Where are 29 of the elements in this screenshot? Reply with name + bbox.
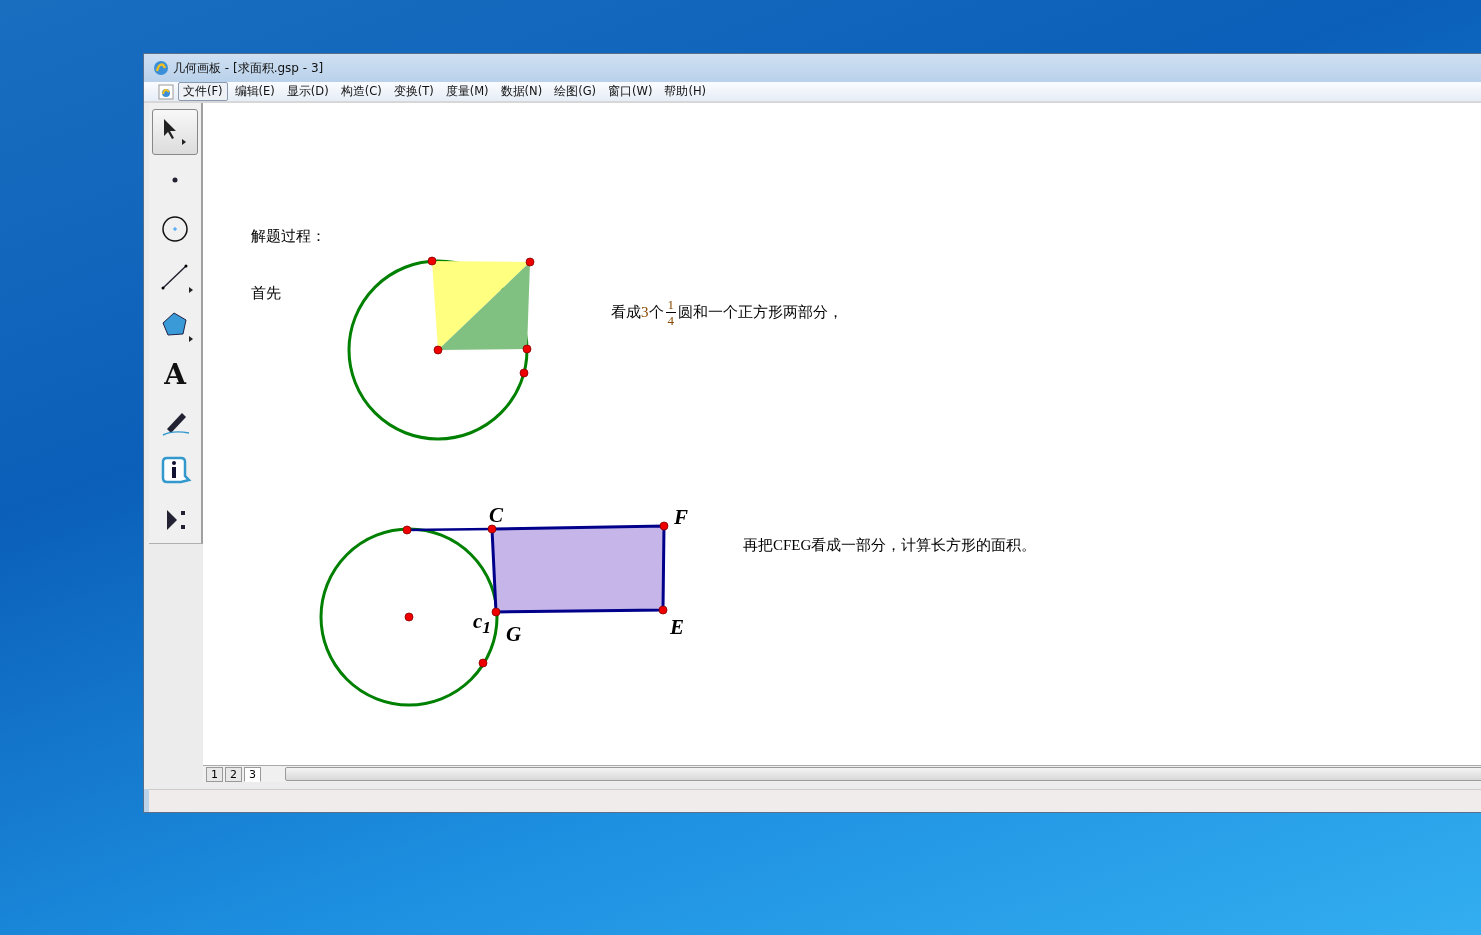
page-tab[interactable]: 1 (206, 766, 223, 782)
arrow-tool-button[interactable] (152, 109, 198, 155)
point-label: C (489, 503, 503, 528)
page-tab[interactable]: 2 (225, 766, 242, 782)
dot-icon (172, 177, 178, 184)
menu-item[interactable]: 文件(F) (178, 82, 228, 101)
menu-item[interactable]: 变换(T) (388, 82, 439, 101)
menu-item[interactable]: 度量(M) (440, 82, 494, 101)
menu-item[interactable]: 数据(N) (495, 82, 548, 101)
text-tool-button[interactable]: A (152, 351, 198, 398)
window-title: 几何画板 - [求面积.gsp - 3] (173, 59, 324, 77)
point-label: G (506, 622, 522, 647)
arrow-icon (163, 117, 187, 146)
menu-item[interactable]: 帮助(H) (659, 82, 712, 101)
app-logo-icon (153, 60, 169, 76)
menu-item[interactable]: 绘图(G) (549, 82, 602, 101)
heading-text: 解题过程： (251, 227, 326, 246)
point-label: c$_{1}$ (473, 609, 492, 639)
menu-item[interactable]: 构造(C) (335, 82, 387, 101)
point-label: F (674, 505, 688, 530)
document-icon[interactable] (158, 83, 174, 100)
menu-item[interactable]: 显示(D) (281, 82, 334, 101)
step-text: 首先 (251, 284, 281, 303)
menu-item[interactable]: 窗口(W) (603, 82, 658, 101)
explanation-sentence: 再把CFEG看成一部分，计算长方形的面积。 (743, 536, 1037, 555)
menu-item[interactable]: 编辑(E) (229, 82, 280, 101)
page-tab[interactable]: 3 (244, 766, 261, 782)
horizontal-scrollbar[interactable] (285, 767, 1481, 781)
point-label: E (670, 615, 684, 640)
